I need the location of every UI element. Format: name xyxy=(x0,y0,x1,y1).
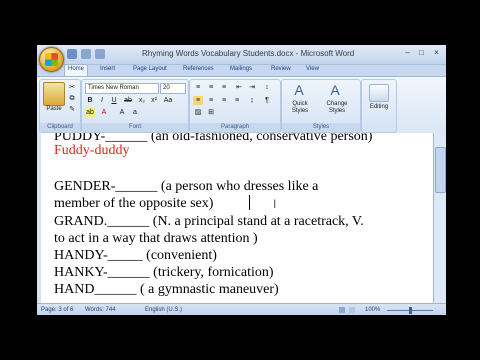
view-print-layout-icon[interactable] xyxy=(339,307,345,313)
find-binoculars-icon[interactable] xyxy=(369,84,389,102)
ribbon-tabs: Home Insert Page Layout References Maili… xyxy=(37,64,446,77)
styles-group: A Quick Styles A Change Styles Styles xyxy=(281,79,361,133)
word-count[interactable]: Words: 744 xyxy=(85,307,116,313)
document-page[interactable]: PUDDY-______ (an old-fashioned, conserva… xyxy=(41,133,433,303)
ribbon: Paste ✂ ⧉ ✎ Clipboard Times New Roman 20… xyxy=(37,76,446,134)
redo-icon[interactable] xyxy=(95,49,105,59)
shading-icon[interactable]: ▨ xyxy=(193,108,203,117)
tab-references[interactable]: References xyxy=(183,66,214,72)
highlight-icon[interactable]: ab xyxy=(85,108,95,117)
copy-icon[interactable]: ⧉ xyxy=(67,94,77,103)
numbering-icon[interactable]: ≡ xyxy=(206,83,216,92)
doc-line: to act in a way that draws attention ) xyxy=(54,231,258,246)
quick-styles-button[interactable]: Quick Styles xyxy=(284,101,316,115)
sort-icon[interactable]: ↕ xyxy=(262,83,272,92)
justify-icon[interactable]: ≡ xyxy=(232,96,242,105)
title-bar: Rhyming Words Vocabulary Students.docx -… xyxy=(37,45,446,65)
change-case-icon[interactable]: Aa xyxy=(163,96,173,105)
doc-line-answer: Fuddy-duddy xyxy=(54,143,130,158)
tab-review[interactable]: Review xyxy=(271,66,291,72)
show-marks-icon[interactable]: ¶ xyxy=(262,96,272,105)
font-label: Font xyxy=(82,123,188,132)
scrollbar-thumb[interactable] xyxy=(435,147,446,193)
document-area: PUDDY-______ (an old-fashioned, conserva… xyxy=(37,133,446,303)
zoom-level[interactable]: 100% xyxy=(365,307,380,313)
cut-icon[interactable]: ✂ xyxy=(67,83,77,92)
editing-group: Editing xyxy=(361,79,397,133)
text-cursor xyxy=(249,195,250,210)
increase-indent-icon[interactable]: ⇥ xyxy=(247,83,257,92)
close-icon[interactable]: × xyxy=(432,48,441,57)
align-left-icon[interactable]: ≡ xyxy=(193,96,203,105)
status-bar: Page: 3 of 6 Words: 744 English (U.S.) 1… xyxy=(37,303,446,315)
shrink-font-icon[interactable]: a xyxy=(130,108,140,117)
word-window: Rhyming Words Vocabulary Students.docx -… xyxy=(37,45,446,315)
paragraph-group: ≡ ≡ ≡ ⇤ ⇥ ↕ ≡ ≡ ≡ ≡ ↨ ▨ ⊞ ¶ Paragraph xyxy=(189,79,281,133)
tab-view[interactable]: View xyxy=(306,66,319,72)
doc-line: HANKY-______ (trickery, fornication) xyxy=(54,265,274,280)
line-spacing-icon[interactable]: ↨ xyxy=(247,96,257,105)
doc-line: member of the opposite sex) xyxy=(54,196,214,211)
tab-page-layout[interactable]: Page Layout xyxy=(133,66,167,72)
window-title: Rhyming Words Vocabulary Students.docx -… xyxy=(142,49,355,58)
align-center-icon[interactable]: ≡ xyxy=(206,96,216,105)
save-icon[interactable] xyxy=(67,49,77,59)
zoom-slider[interactable] xyxy=(387,307,433,314)
maximize-icon[interactable]: □ xyxy=(417,48,426,57)
format-painter-icon[interactable]: ✎ xyxy=(67,105,77,114)
doc-line: HANDY-_____ (convenient) xyxy=(54,248,217,263)
change-styles-button[interactable]: Change Styles xyxy=(320,101,354,115)
clipboard-label: Clipboard xyxy=(40,123,80,132)
doc-line: HAND______ ( a gymnastic maneuver) xyxy=(54,282,279,297)
subscript-icon[interactable]: x₂ xyxy=(137,96,147,105)
office-button[interactable] xyxy=(39,47,64,72)
clipboard-group: Paste ✂ ⧉ ✎ Clipboard xyxy=(39,79,81,133)
decrease-indent-icon[interactable]: ⇤ xyxy=(234,83,244,92)
underline-icon[interactable]: U xyxy=(109,96,119,105)
page-count[interactable]: Page: 3 of 6 xyxy=(41,307,73,313)
styles-label: Styles xyxy=(282,123,360,132)
office-logo-icon xyxy=(45,53,58,66)
change-styles-icon[interactable]: A xyxy=(324,82,346,100)
ibeam-pointer-icon: I xyxy=(273,197,277,211)
editing-button[interactable]: Editing xyxy=(364,104,394,110)
paste-button[interactable]: Paste xyxy=(43,106,65,112)
grow-font-icon[interactable]: A xyxy=(117,108,127,117)
font-name-box[interactable]: Times New Roman xyxy=(85,83,159,94)
language-indicator[interactable]: English (U.S.) xyxy=(145,307,182,313)
quick-styles-icon[interactable]: A xyxy=(288,82,310,100)
italic-icon[interactable]: I xyxy=(97,96,107,105)
strikethrough-icon[interactable]: ab xyxy=(123,96,133,105)
align-right-icon[interactable]: ≡ xyxy=(219,96,229,105)
view-full-screen-icon[interactable] xyxy=(349,307,355,313)
tab-insert[interactable]: Insert xyxy=(100,66,115,72)
font-size-box[interactable]: 20 xyxy=(160,83,186,94)
doc-line: GRAND.______ (N. a principal stand at a … xyxy=(54,214,364,229)
bold-icon[interactable]: B xyxy=(85,96,95,105)
minimize-icon[interactable]: – xyxy=(403,48,412,57)
superscript-icon[interactable]: x² xyxy=(149,96,159,105)
vertical-scrollbar[interactable] xyxy=(433,133,446,303)
tab-mailings[interactable]: Mailings xyxy=(230,66,252,72)
undo-icon[interactable] xyxy=(81,49,91,59)
multilevel-list-icon[interactable]: ≡ xyxy=(219,83,229,92)
borders-icon[interactable]: ⊞ xyxy=(206,108,216,117)
zoom-slider-knob[interactable] xyxy=(409,307,412,314)
font-color-icon[interactable]: A xyxy=(99,108,109,117)
paste-icon[interactable] xyxy=(43,82,65,106)
bullets-icon[interactable]: ≡ xyxy=(193,83,203,92)
paragraph-label: Paragraph xyxy=(190,123,280,132)
font-group: Times New Roman 20 B I U ab x₂ x² Aa ab … xyxy=(81,79,189,133)
doc-line: GENDER-______ (a person who dresses like… xyxy=(54,179,319,194)
